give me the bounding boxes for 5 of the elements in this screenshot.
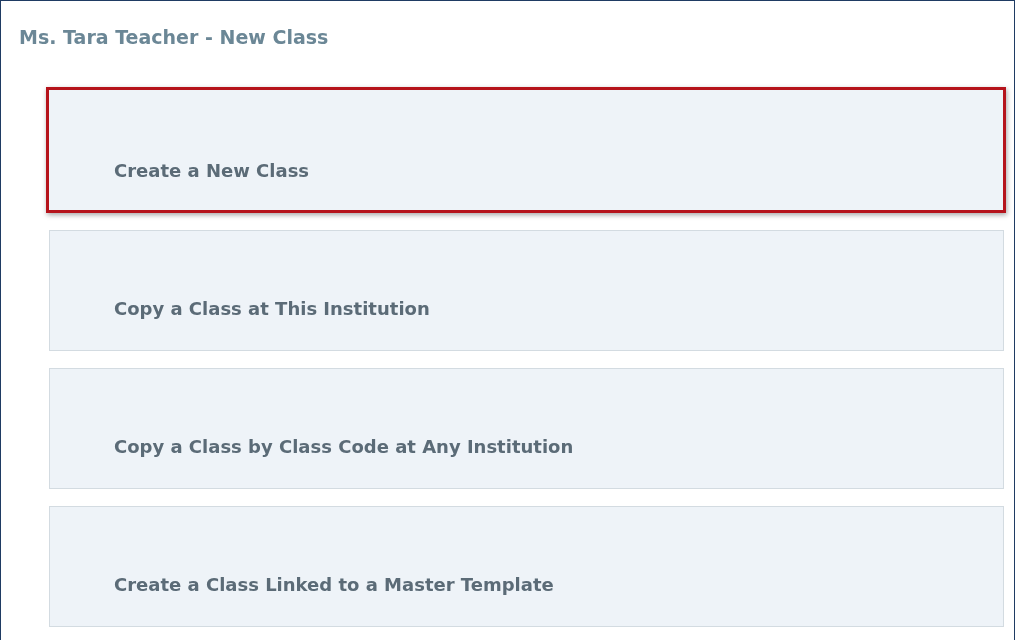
option-card[interactable]: Copy a Class by Class Code at Any Institution (49, 368, 1004, 489)
option-card[interactable]: Copy a Class at This Institution (49, 230, 1004, 351)
option-card[interactable]: Create a New Class (46, 87, 1006, 213)
option-card[interactable]: Create a Class Linked to a Master Template (49, 506, 1004, 627)
window-title: Ms. Tara Teacher - New Class (19, 25, 330, 50)
